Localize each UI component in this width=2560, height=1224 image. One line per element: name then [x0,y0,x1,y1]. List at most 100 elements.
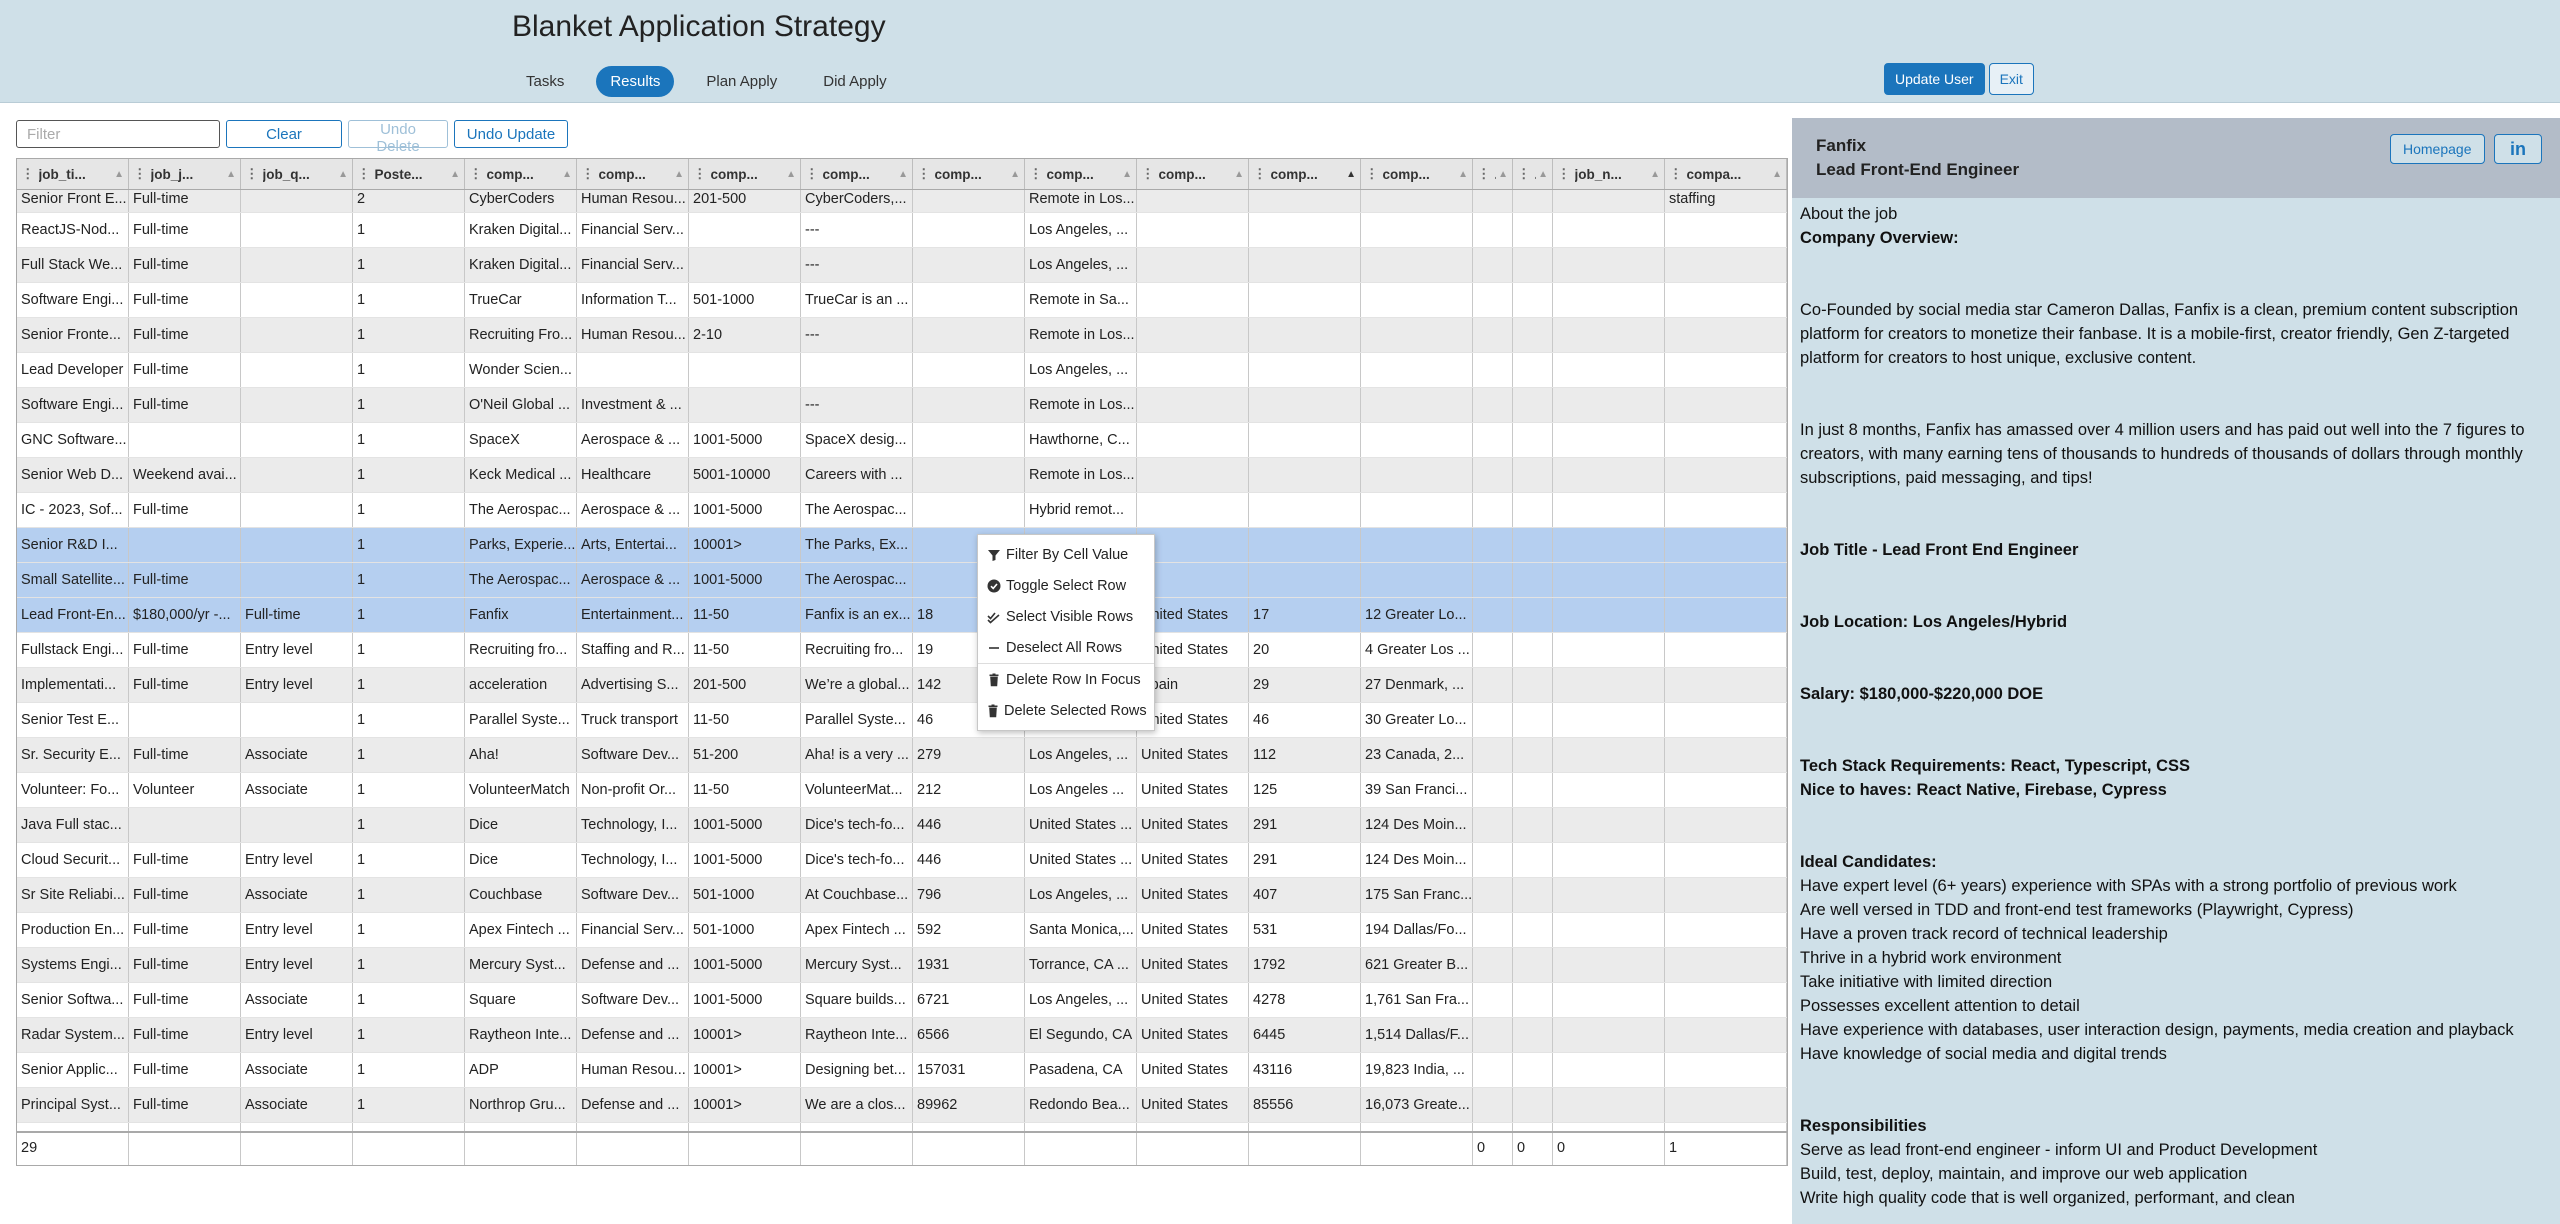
table-cell[interactable]: Human Resou... [577,1053,689,1087]
table-cell[interactable] [241,563,353,597]
table-cell[interactable] [1513,458,1553,492]
table-cell[interactable]: 1001-5000 [689,843,801,877]
menu-item-delete-selected-rows[interactable]: Delete Selected Rows [978,695,1154,726]
table-row[interactable]: Fullstack Engi... Full-time Entry level 1 Re… [17,633,1787,668]
table-cell[interactable]: 1 [353,738,465,772]
table-cell[interactable]: Senior Test E... [17,703,129,737]
table-cell[interactable]: Aerospace & ... [577,493,689,527]
table-cell[interactable]: The Parks, Ex... [801,528,913,562]
table-cell[interactable] [1665,703,1787,737]
table-cell[interactable] [1473,738,1513,772]
table-cell[interactable]: Volunteer: Fo... [17,773,129,807]
drag-handle-icon[interactable]: ⋮ [917,166,931,182]
table-cell[interactable] [241,283,353,317]
table-cell[interactable] [1665,633,1787,667]
table-row[interactable]: Software Engi... Full-time 1 O'Neil Global … [17,388,1787,423]
table-cell[interactable] [1513,283,1553,317]
table-cell[interactable]: Mercury Syst... [465,948,577,982]
table-cell[interactable] [1361,190,1473,212]
table-cell[interactable]: 1 [353,668,465,702]
table-cell[interactable]: Investment & ... [577,388,689,422]
table-cell[interactable] [1665,388,1787,422]
table-cell[interactable]: The Aerospac... [465,563,577,597]
table-cell[interactable]: 125 [1249,773,1361,807]
table-row[interactable]: Lead Developer Full-time 1 Wonder Scien... L… [17,353,1787,388]
table-cell[interactable]: Square [465,983,577,1017]
table-cell[interactable] [1553,563,1665,597]
table-cell[interactable]: Defense and ... [577,1018,689,1052]
table-cell[interactable]: 89962 [913,1088,1025,1122]
table-cell[interactable]: Weekend avai... [129,458,241,492]
table-cell[interactable]: 5001-10000 [689,458,801,492]
table-cell[interactable]: Information T... [577,283,689,317]
table-cell[interactable] [1473,633,1513,667]
table-cell[interactable]: Staffing and R... [577,633,689,667]
table-cell[interactable] [1249,190,1361,212]
table-cell[interactable]: United States [1137,773,1249,807]
table-cell[interactable]: Associate [241,1088,353,1122]
table-cell[interactable]: Square builds... [801,983,913,1017]
drag-handle-icon[interactable]: ⋮ [805,166,819,182]
table-cell[interactable] [1665,843,1787,877]
table-cell[interactable]: Healthcare [577,458,689,492]
table-cell[interactable] [1665,528,1787,562]
table-cell[interactable] [1553,283,1665,317]
table-cell[interactable]: GNC Software... [17,423,129,457]
drag-handle-icon[interactable]: ⋮ [133,166,147,182]
table-cell[interactable]: Hawthorne, C... [1025,423,1137,457]
table-cell[interactable]: 501-1000 [689,913,801,947]
table-cell[interactable] [1473,458,1513,492]
table-cell[interactable]: 1 [353,1088,465,1122]
table-cell[interactable] [1137,458,1249,492]
table-cell[interactable] [1361,248,1473,282]
table-cell[interactable]: Apex Fintech ... [801,913,913,947]
table-cell[interactable] [1473,283,1513,317]
table-cell[interactable] [1513,190,1553,212]
table-cell[interactable] [241,808,353,842]
column-header[interactable]: ⋮ comp... ▲ [1249,159,1361,189]
table-cell[interactable] [1553,353,1665,387]
table-cell[interactable] [801,353,913,387]
menu-item-deselect-all-rows[interactable]: Deselect All Rows [978,632,1154,663]
table-cell[interactable]: 43116 [1249,1053,1361,1087]
table-cell[interactable] [129,808,241,842]
table-cell[interactable] [913,388,1025,422]
table-cell[interactable]: United States [1137,878,1249,912]
table-cell[interactable]: United States [1137,983,1249,1017]
table-cell[interactable] [1137,248,1249,282]
table-cell[interactable]: Remote in Los... [1025,458,1137,492]
table-cell[interactable]: acceleration [465,668,577,702]
table-cell[interactable]: 51-200 [689,738,801,772]
table-cell[interactable]: At Couchbase... [801,878,913,912]
table-row[interactable]: Implementati... Full-time Entry level 1 acce… [17,668,1787,703]
table-cell[interactable]: 1 [353,703,465,737]
sort-icon[interactable]: ▲ [1234,169,1244,180]
table-cell[interactable] [1249,493,1361,527]
exit-button[interactable]: Exit [1988,63,2034,95]
table-cell[interactable]: Cloud Securit... [17,843,129,877]
table-cell[interactable]: 1 [353,843,465,877]
drag-handle-icon[interactable]: ⋮ [581,166,595,182]
table-cell[interactable]: United States [1137,843,1249,877]
homepage-button[interactable]: Homepage [2390,134,2485,164]
table-cell[interactable] [1665,668,1787,702]
table-cell[interactable] [1665,1018,1787,1052]
column-header[interactable]: ⋮ job_j... ▲ [129,159,241,189]
sort-icon[interactable]: ▲ [338,169,348,180]
sort-icon[interactable]: ▲ [898,169,908,180]
table-cell[interactable]: 1 [353,458,465,492]
table-cell[interactable] [1137,353,1249,387]
table-cell[interactable]: ReactJS-Nod... [17,213,129,247]
table-cell[interactable]: staffing [1665,190,1787,212]
table-cell[interactable]: 1 [353,388,465,422]
table-cell[interactable] [1249,213,1361,247]
table-cell[interactable] [1665,598,1787,632]
table-cell[interactable]: IC - 2023, Sof... [17,493,129,527]
table-cell[interactable]: Full-time [129,388,241,422]
table-cell[interactable] [241,353,353,387]
table-cell[interactable]: VolunteerMat... [801,773,913,807]
table-cell[interactable] [241,248,353,282]
table-cell[interactable] [1137,213,1249,247]
table-cell[interactable] [1513,913,1553,947]
clear-button[interactable]: Clear [226,120,342,148]
